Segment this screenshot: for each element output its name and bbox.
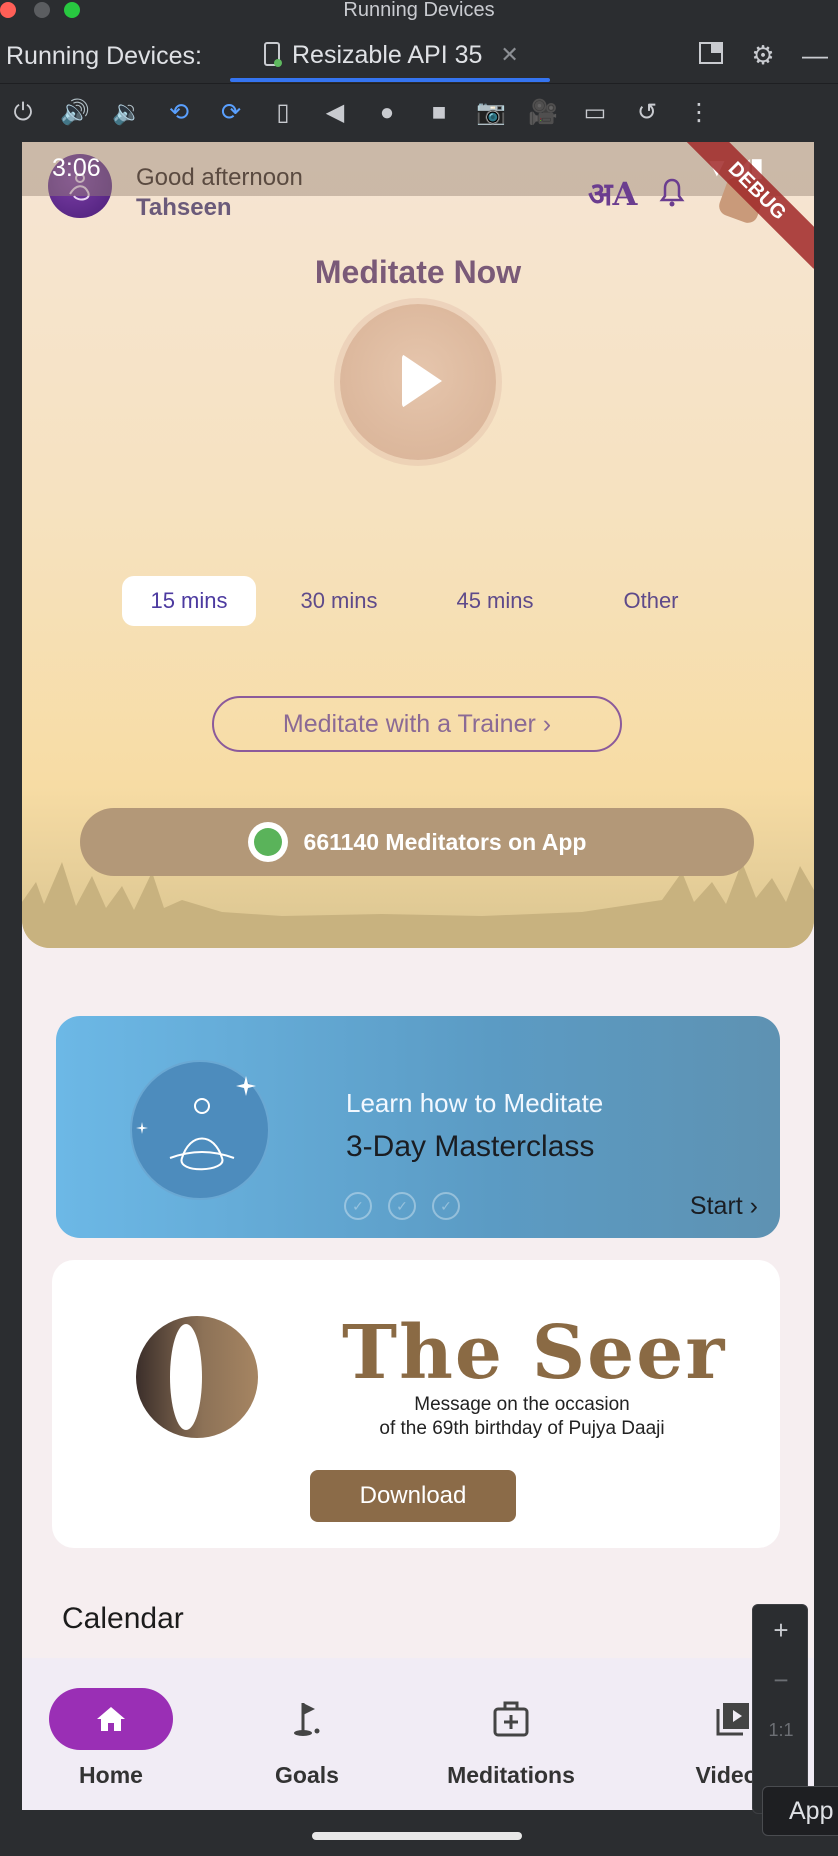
- masterclass-subtitle: Learn how to Meditate: [346, 1088, 604, 1118]
- home-icon: [49, 1688, 173, 1750]
- duration-option-30[interactable]: 30 mins: [272, 576, 406, 626]
- tab-label: Resizable API 35: [292, 40, 483, 69]
- masterclass-progress: ✓ ✓ ✓: [344, 1192, 460, 1220]
- the-seer-card: The Seer Message on the occasion of the …: [52, 1260, 780, 1548]
- download-button[interactable]: Download: [310, 1470, 516, 1522]
- day-1-check-icon: ✓: [344, 1192, 372, 1220]
- duration-option-45[interactable]: 45 mins: [428, 576, 562, 626]
- settings-gear-icon[interactable]: ⚙: [748, 40, 778, 70]
- seer-message-line-2: of the 69th birthday of Pujya Daaji: [379, 1418, 665, 1439]
- meditate-with-trainer-button[interactable]: Meditate with a Trainer ›: [212, 696, 622, 752]
- zoom-out-button[interactable]: −: [753, 1655, 809, 1705]
- record-icon[interactable]: 🎥: [526, 96, 560, 130]
- nav-item-meditations[interactable]: Meditations: [436, 1688, 586, 1789]
- tab-close-icon[interactable]: ✕: [500, 42, 518, 68]
- overview-icon[interactable]: ■: [422, 96, 456, 130]
- nav-item-goals[interactable]: Goals: [232, 1688, 382, 1789]
- status-time: 3:06: [52, 154, 101, 182]
- active-tab-indicator: [230, 78, 550, 82]
- zoom-controls: + − 1:1: [752, 1604, 808, 1814]
- play-button[interactable]: [340, 304, 496, 460]
- duration-selector: 15 mins 30 mins 45 mins Other: [122, 576, 762, 628]
- person-icon: [247, 822, 288, 862]
- app-tooltip: App: [762, 1786, 838, 1836]
- day-3-check-icon: ✓: [432, 1192, 460, 1220]
- emulator-toolbar: ⏻ 🔊 🔉 ⟲ ⟳ ▯ ◀ ● ■ 📷 🎥 ▭ ↺ ⋮: [0, 84, 838, 142]
- play-icon: [402, 354, 442, 408]
- zoom-actual-size-button[interactable]: 1:1: [753, 1705, 809, 1755]
- zoom-in-button[interactable]: +: [753, 1605, 809, 1655]
- notification-bell-icon[interactable]: [654, 174, 690, 210]
- close-window-button[interactable]: [0, 2, 16, 18]
- camera-icon[interactable]: 📷: [474, 96, 508, 130]
- medical-kit-icon: [480, 1688, 542, 1750]
- zoom-window-button[interactable]: [64, 2, 80, 18]
- back-icon[interactable]: ◀: [318, 96, 352, 130]
- window-title: Running Devices: [343, 0, 495, 21]
- meditation-figure-icon: [130, 1060, 270, 1200]
- home-button-icon[interactable]: ●: [370, 96, 404, 130]
- running-devices-tabbar: Running Devices: Resizable API 35 ✕ ⚙ —: [0, 26, 838, 84]
- seer-title: The Seer: [342, 1310, 727, 1396]
- nav-item-home[interactable]: Home: [36, 1688, 186, 1789]
- ide-window-titlebar: Running Devices: [0, 0, 838, 26]
- nav-label-home: Home: [79, 1762, 143, 1788]
- seer-message-line-1: Message on the occasion: [414, 1394, 630, 1415]
- panel-label: Running Devices:: [6, 42, 202, 70]
- greeting-text: Good afternoon: [136, 164, 303, 191]
- meditators-count-text: 661140 Meditators on App: [303, 828, 587, 855]
- nav-label-meditations: Meditations: [447, 1762, 575, 1788]
- language-switch-icon[interactable]: अA: [588, 172, 637, 215]
- nav-label-goals: Goals: [275, 1762, 339, 1788]
- meditators-count-pill: 661140 Meditators on App: [80, 808, 754, 876]
- meditate-hero-panel: 3:06 ▼◢▮ Good afternoon Tahseen अA DEBUG…: [22, 142, 814, 948]
- rotate-left-icon[interactable]: ⟲: [162, 96, 196, 130]
- calendar-section-title: Calendar: [62, 1602, 184, 1635]
- day-2-check-icon: ✓: [388, 1192, 416, 1220]
- duration-option-other[interactable]: Other: [584, 576, 718, 626]
- duration-option-15[interactable]: 15 mins: [122, 576, 256, 626]
- gesture-home-indicator[interactable]: [312, 1832, 522, 1840]
- tab-resizable-api-35[interactable]: Resizable API 35 ✕: [262, 38, 519, 72]
- hide-panel-icon[interactable]: —: [800, 40, 830, 70]
- device-frame-icon[interactable]: ▭: [578, 96, 612, 130]
- power-icon[interactable]: ⏻: [6, 96, 40, 130]
- volume-up-icon[interactable]: 🔊: [58, 96, 92, 130]
- rotate-right-icon[interactable]: ⟳: [214, 96, 248, 130]
- masterclass-start-button[interactable]: Start ›: [690, 1192, 758, 1221]
- user-name: Tahseen: [136, 194, 232, 221]
- more-icon[interactable]: ⋮: [682, 96, 716, 130]
- phone-screen: 3:06 ▼◢▮ Good afternoon Tahseen अA DEBUG…: [22, 142, 814, 1810]
- the-seer-logo-icon: [136, 1316, 258, 1438]
- fold-icon[interactable]: ▯: [266, 96, 300, 130]
- masterclass-title: 3-Day Masterclass: [346, 1130, 595, 1163]
- golf-flag-icon: [276, 1688, 338, 1750]
- device-icon: [264, 42, 282, 67]
- reset-icon[interactable]: ↺: [630, 96, 664, 130]
- minimize-window-button[interactable]: [34, 2, 50, 18]
- masterclass-card[interactable]: Learn how to Meditate 3-Day Masterclass …: [56, 1016, 780, 1238]
- meditate-title: Meditate Now: [314, 254, 522, 290]
- volume-down-icon[interactable]: 🔉: [110, 96, 144, 130]
- bottom-navigation: Home Goals Meditations Videos: [22, 1658, 814, 1810]
- layout-icon[interactable]: [696, 40, 726, 70]
